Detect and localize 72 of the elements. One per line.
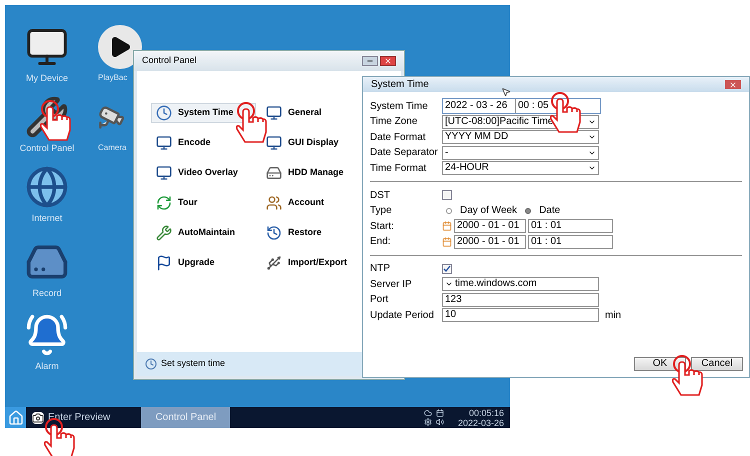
control-panel-item[interactable]: Account xyxy=(261,193,366,213)
control-panel-item[interactable]: Video Overlay xyxy=(151,163,256,183)
close-icon xyxy=(384,57,392,65)
field-label: Date Format xyxy=(370,130,427,144)
usb-icon xyxy=(266,255,282,271)
field-label: Time Format xyxy=(370,162,428,176)
gear-icon[interactable] xyxy=(424,418,432,426)
dropdown-field[interactable]: - xyxy=(442,146,599,160)
field-label: NTP xyxy=(370,262,391,276)
dialog-button[interactable]: Cancel xyxy=(691,357,743,371)
clock-icon xyxy=(156,105,172,121)
radio-option[interactable]: Day of Week xyxy=(446,203,518,218)
field-label: Date Separator xyxy=(370,146,439,160)
time-field[interactable]: 01 : 01 xyxy=(528,219,613,233)
field-label: Time Zone xyxy=(370,115,418,129)
field-label: Port xyxy=(370,293,390,307)
clock-time: 00:05:16 xyxy=(468,408,504,418)
control-panel-item[interactable]: Tour xyxy=(151,193,256,213)
wrench-icon xyxy=(156,225,172,241)
field-label: End: xyxy=(370,235,392,249)
text-field[interactable]: 123 xyxy=(442,292,599,306)
caret-icon xyxy=(445,280,453,288)
checkbox[interactable] xyxy=(442,190,452,200)
close-icon xyxy=(729,80,737,88)
monitor-icon xyxy=(156,165,172,181)
control-panel-item[interactable]: System Time xyxy=(151,103,256,123)
unit-label: min xyxy=(605,308,622,322)
monitor-icon xyxy=(266,105,282,121)
field-label: DST xyxy=(370,188,391,202)
dropdown-field[interactable]: 24-HOUR xyxy=(442,161,599,175)
checkbox[interactable] xyxy=(442,264,452,274)
home-button[interactable] xyxy=(5,407,26,428)
flag-icon xyxy=(156,255,172,271)
text-field[interactable]: 10 xyxy=(442,308,599,322)
field-label: Server IP xyxy=(370,278,413,292)
field-label: Start: xyxy=(370,220,395,234)
status-text: Set system time xyxy=(161,357,226,370)
monitor-icon xyxy=(266,135,282,151)
restore-icon xyxy=(266,225,282,241)
time-field[interactable]: 01 : 01 xyxy=(528,234,613,248)
mouse-pointer-icon xyxy=(501,86,511,98)
field-label: Type xyxy=(370,204,393,218)
field-label: System Time xyxy=(370,100,429,114)
server-field[interactable]: time.windows.com xyxy=(442,277,599,291)
field-label: Update Period xyxy=(370,308,435,322)
users-icon xyxy=(266,195,282,211)
date-field[interactable]: 2000 - 01 - 01 xyxy=(454,219,526,233)
minimize-button[interactable] xyxy=(362,56,378,66)
control-panel-item[interactable]: HDD Manage xyxy=(261,163,366,183)
window-title: Control Panel xyxy=(142,54,197,68)
monitor-icon xyxy=(156,135,172,151)
clock-date: 2022-03-26 xyxy=(458,418,504,428)
date-field[interactable]: 2000 - 01 - 01 xyxy=(454,234,526,248)
radio-option[interactable]: Date xyxy=(525,203,560,218)
refresh-icon xyxy=(156,195,172,211)
hand-pointer-icon xyxy=(236,102,270,146)
drive-icon xyxy=(266,165,282,181)
control-panel-item[interactable]: Restore xyxy=(261,223,366,243)
close-button[interactable] xyxy=(725,80,741,89)
dialog-title: System Time xyxy=(371,78,429,92)
hand-pointer-icon xyxy=(40,100,74,144)
bell-icon xyxy=(25,313,69,357)
control-panel-item[interactable]: AutoMaintain xyxy=(151,223,256,243)
speaker-icon[interactable] xyxy=(436,418,444,426)
dropdown-field[interactable]: YYYY MM DD xyxy=(442,130,599,144)
control-panel-item[interactable]: Import/Export xyxy=(261,253,366,273)
camera-icon xyxy=(32,412,44,424)
clock-icon xyxy=(145,358,157,370)
close-button[interactable] xyxy=(380,56,396,66)
cloud-icon[interactable] xyxy=(424,409,432,417)
control-panel-item[interactable]: General xyxy=(261,103,366,123)
control-panel-item[interactable]: Upgrade xyxy=(151,253,256,273)
